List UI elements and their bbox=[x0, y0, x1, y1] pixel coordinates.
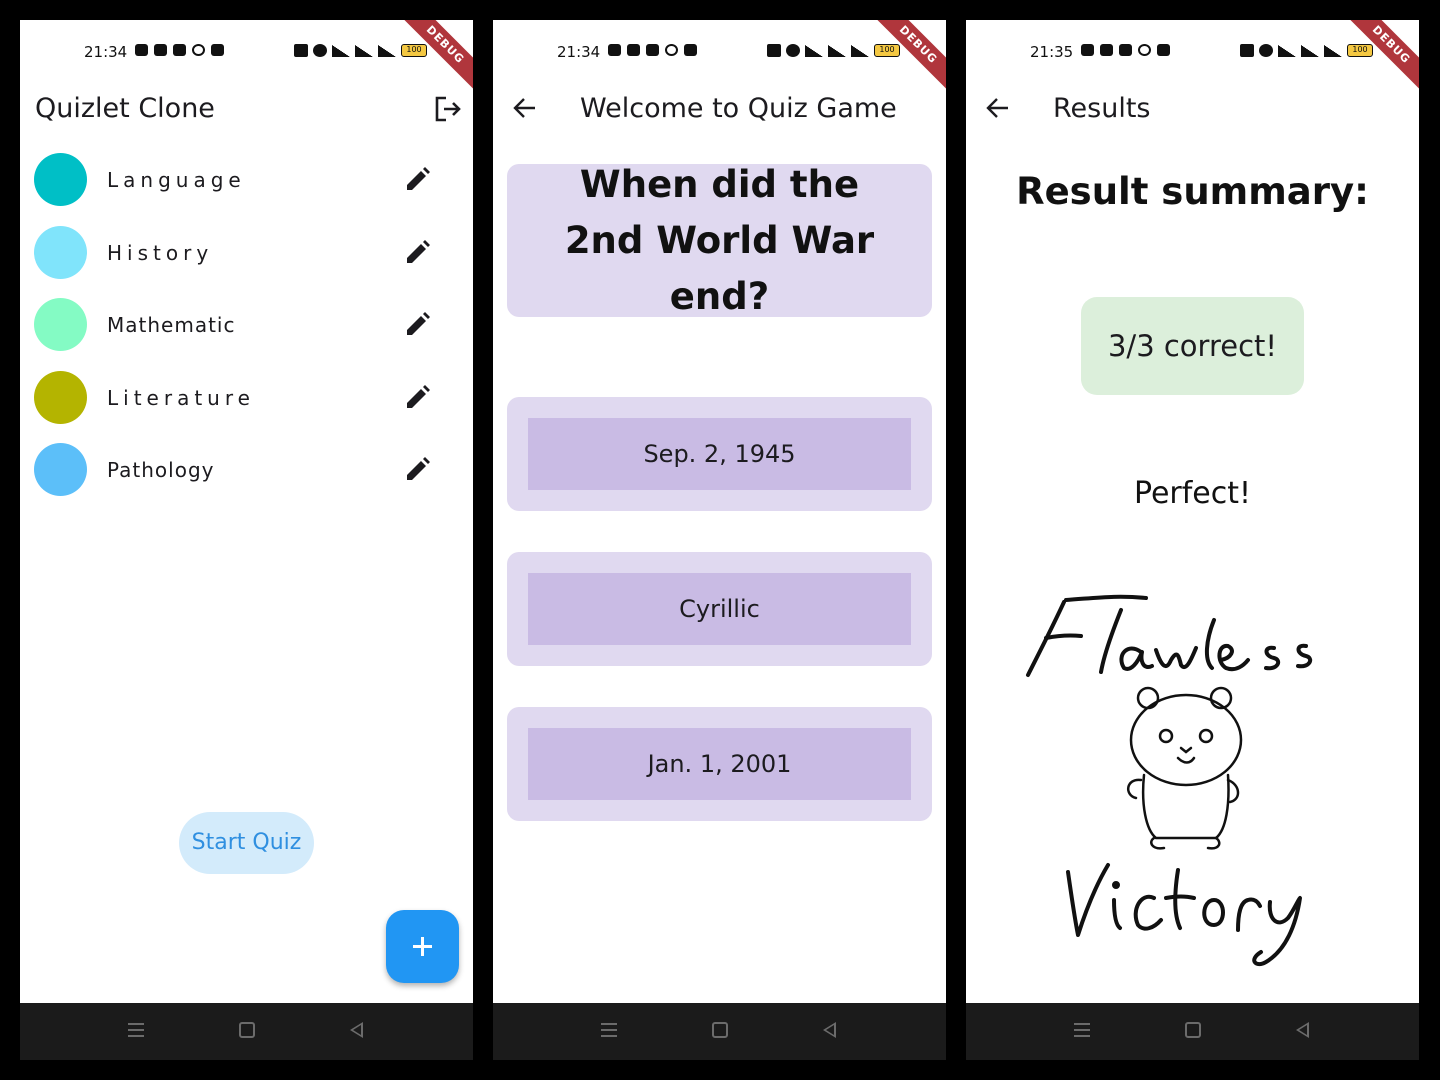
topic-avatar bbox=[34, 225, 87, 279]
status-bar: 21:35 100 bbox=[966, 20, 1419, 82]
signal-icon bbox=[1301, 44, 1319, 57]
back-triangle-icon[interactable] bbox=[1296, 1022, 1309, 1038]
answer-button[interactable]: Sep. 2, 1945 bbox=[528, 418, 911, 490]
edit-icon[interactable] bbox=[402, 165, 432, 195]
battery-icon: 100 bbox=[401, 44, 427, 57]
home-icon[interactable] bbox=[712, 1022, 728, 1038]
system-icons: 100 bbox=[767, 44, 900, 57]
topic-label: Mathematic bbox=[107, 313, 236, 337]
page-title: Welcome to Quiz Game bbox=[580, 93, 897, 124]
topic-item-language[interactable]: Language bbox=[20, 153, 473, 226]
results-screen: 21:35 100 DEBUG Results Result summary: … bbox=[966, 20, 1419, 1060]
topic-label: History bbox=[107, 240, 214, 265]
topic-avatar bbox=[34, 370, 87, 424]
back-arrow-icon[interactable] bbox=[984, 94, 1012, 122]
app-bar: Results bbox=[966, 82, 1419, 134]
add-topic-button[interactable] bbox=[386, 910, 459, 983]
verdict-text: Perfect! bbox=[1133, 476, 1252, 511]
battery-icon: 100 bbox=[1347, 44, 1373, 57]
flawless-victory-sketch bbox=[1026, 594, 1313, 967]
battery-icon: 100 bbox=[874, 44, 900, 57]
topic-avatar bbox=[34, 153, 87, 206]
app-bar: Quizlet Clone bbox=[20, 82, 473, 134]
status-bar: 21:34 100 bbox=[20, 20, 473, 82]
topic-label: Pathology bbox=[107, 458, 215, 482]
nfc-icon bbox=[767, 44, 781, 57]
alarm-icon bbox=[1259, 44, 1273, 57]
answer-card: Cyrillic bbox=[507, 552, 932, 666]
quiz-screen: 21:34 100 DEBUG Welcome to Quiz Game Whe… bbox=[493, 20, 946, 1060]
recent-apps-icon[interactable] bbox=[1074, 1023, 1090, 1037]
notification-icons bbox=[608, 44, 697, 56]
topic-item-history[interactable]: History bbox=[20, 225, 473, 299]
answer-card: Jan. 1, 2001 bbox=[507, 707, 932, 821]
back-arrow-icon[interactable] bbox=[511, 94, 539, 122]
back-triangle-icon[interactable] bbox=[823, 1022, 836, 1038]
alarm-icon bbox=[313, 44, 327, 57]
system-icons: 100 bbox=[294, 44, 427, 57]
system-icons: 100 bbox=[1240, 44, 1373, 57]
edit-icon[interactable] bbox=[402, 455, 432, 485]
recent-apps-icon[interactable] bbox=[601, 1023, 617, 1037]
system-nav-bar bbox=[493, 1003, 946, 1060]
topic-item-pathology[interactable]: Pathology bbox=[20, 443, 473, 516]
topic-list: Language History Mathematic Literature P… bbox=[20, 153, 473, 516]
edit-icon[interactable] bbox=[402, 310, 432, 340]
recent-apps-icon[interactable] bbox=[128, 1023, 144, 1037]
notification-icons bbox=[1081, 44, 1170, 56]
back-triangle-icon[interactable] bbox=[350, 1022, 363, 1038]
home-icon[interactable] bbox=[239, 1022, 255, 1038]
signal-icon bbox=[355, 44, 373, 57]
topic-label: Language bbox=[107, 168, 246, 192]
wifi-icon bbox=[332, 44, 350, 57]
score-badge: 3/3 correct! bbox=[1081, 297, 1304, 395]
home-icon[interactable] bbox=[1185, 1022, 1201, 1038]
answer-card: Sep. 2, 1945 bbox=[507, 397, 932, 511]
signal-icon bbox=[851, 44, 869, 57]
topic-item-mathematic[interactable]: Mathematic bbox=[20, 298, 473, 371]
question-text: When did the 2nd World War end? bbox=[564, 162, 875, 318]
result-summary-title: Result summary: bbox=[1016, 170, 1369, 213]
alarm-icon bbox=[786, 44, 800, 57]
start-quiz-button[interactable]: Start Quiz bbox=[179, 812, 314, 874]
wifi-icon bbox=[805, 44, 823, 57]
edit-icon[interactable] bbox=[402, 238, 432, 268]
app-bar: Welcome to Quiz Game bbox=[493, 82, 946, 134]
status-time: 21:34 bbox=[84, 43, 128, 61]
answer-button[interactable]: Cyrillic bbox=[528, 573, 911, 645]
status-bar: 21:34 100 bbox=[493, 20, 946, 82]
topic-label: Literature bbox=[107, 385, 255, 410]
status-time: 21:35 bbox=[1030, 43, 1074, 61]
page-title: Quizlet Clone bbox=[35, 93, 215, 124]
wifi-icon bbox=[1278, 44, 1296, 57]
question-card: When did the 2nd World War end? bbox=[507, 163, 932, 318]
status-time: 21:34 bbox=[557, 43, 601, 61]
system-nav-bar bbox=[20, 1003, 473, 1060]
nfc-icon bbox=[1240, 44, 1254, 57]
topic-avatar bbox=[34, 298, 87, 351]
topic-avatar bbox=[34, 443, 87, 496]
edit-icon[interactable] bbox=[402, 383, 432, 413]
topic-item-literature[interactable]: Literature bbox=[20, 370, 473, 444]
signal-icon bbox=[828, 44, 846, 57]
home-screen: 21:34 100 DEBUG Quizlet Clone Language H… bbox=[20, 20, 473, 1060]
signal-icon bbox=[378, 44, 396, 57]
system-nav-bar bbox=[966, 1003, 1419, 1060]
signal-icon bbox=[1324, 44, 1342, 57]
answer-button[interactable]: Jan. 1, 2001 bbox=[528, 728, 911, 800]
page-title: Results bbox=[1053, 93, 1151, 124]
logout-icon[interactable] bbox=[433, 94, 463, 124]
notification-icons bbox=[135, 44, 224, 56]
nfc-icon bbox=[294, 44, 308, 57]
